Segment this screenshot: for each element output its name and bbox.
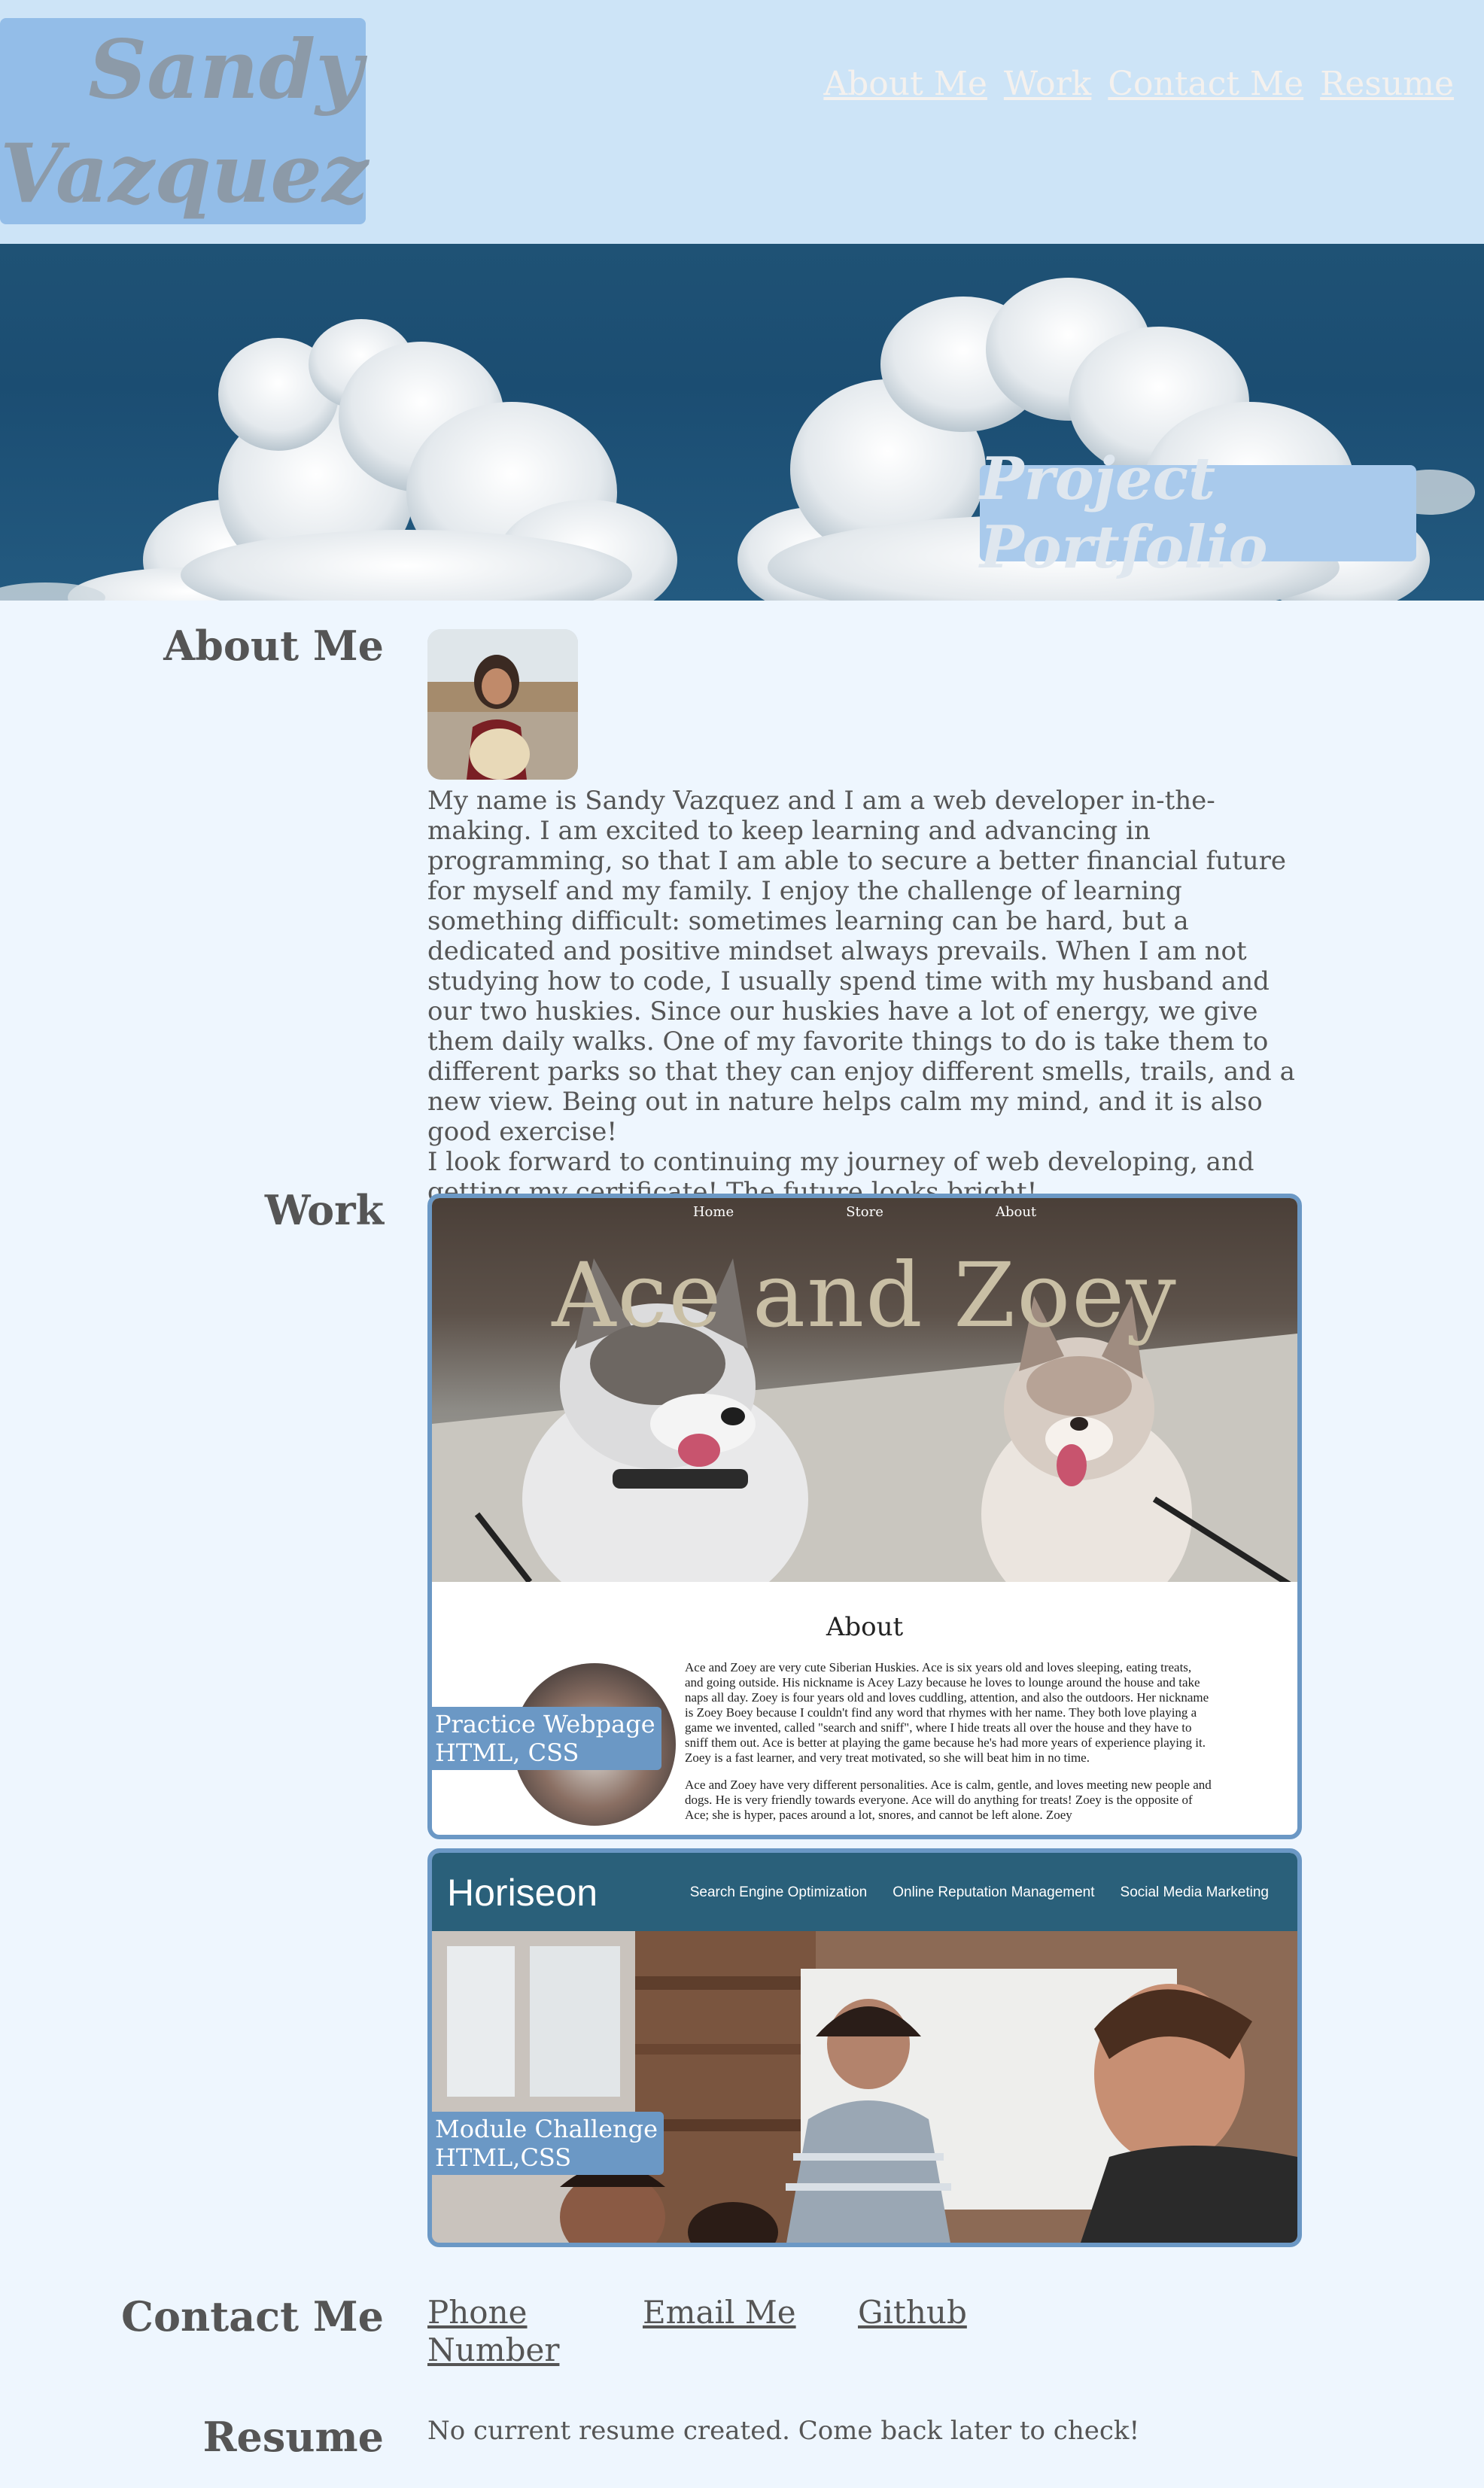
ace-preview-title: Ace and Zoey	[552, 1243, 1178, 1347]
hero-title-box: Project Portfolio	[980, 445, 1416, 582]
site-header: Sandy Vazquez About Me Work Contact Me R…	[0, 0, 1484, 244]
contact-heading: Contact Me	[121, 2292, 384, 2340]
project-label-tech: HTML,CSS	[435, 2143, 572, 2172]
site-name-last: Vazquez	[0, 126, 369, 221]
ace-preview-paragraph-1: Ace and Zoey are very cute Siberian Husk…	[685, 1660, 1209, 1765]
contact-link-github[interactable]: Github	[858, 2294, 967, 2331]
project-label-horiseon: Module Challenge HTML,CSS	[432, 2112, 664, 2175]
horiseon-nav-orm: Online Reputation Management	[893, 1884, 1095, 1900]
ace-nav-home: Home	[692, 1204, 734, 1220]
horiseon-logo: Horiseon	[447, 1872, 598, 1914]
project-label-title: Practice Webpage	[435, 1710, 655, 1738]
about-heading: About Me	[163, 622, 384, 670]
about-text: My name is Sandy Vazquez and I am a web …	[427, 786, 1300, 1207]
ace-preview-about-heading: About	[826, 1612, 904, 1642]
nav-link-about-me[interactable]: About Me	[823, 65, 987, 103]
site-name-box: Sandy Vazquez	[0, 18, 369, 224]
project-label-title: Module Challenge	[435, 2115, 658, 2143]
resume-text: No current resume created. Come back lat…	[427, 2416, 1140, 2446]
contact-link-email[interactable]: Email Me	[643, 2294, 796, 2331]
ace-preview-about-text: Ace and Zoey are very cute Siberian Husk…	[685, 1660, 1212, 1835]
horiseon-preview-nav: Search Engine Optimization Online Reputa…	[690, 1884, 1269, 1901]
horiseon-nav-smm: Social Media Marketing	[1120, 1884, 1269, 1900]
about-paragraph-1: My name is Sandy Vazquez and I am a web …	[427, 786, 1295, 1147]
work-heading: Work	[264, 1186, 384, 1234]
site-name-first: Sandy	[88, 23, 363, 117]
horiseon-hero-image	[432, 1931, 1297, 2243]
ace-nav-about: About	[995, 1204, 1037, 1220]
hero-banner: Project Portfolio	[0, 244, 1484, 601]
project-card-ace-and-zoey[interactable]: Home Store About Ace and Zoey About Ace …	[427, 1194, 1302, 1839]
nav-link-contact-me[interactable]: Contact Me	[1108, 65, 1303, 103]
main-nav: About Me Work Contact Me Resume	[823, 65, 1454, 103]
project-label-tech: HTML, CSS	[435, 1738, 579, 1767]
horiseon-preview-header: Horiseon Search Engine Optimization Onli…	[432, 1853, 1297, 1931]
profile-photo	[427, 629, 578, 780]
project-label-ace-and-zoey: Practice Webpage HTML, CSS	[432, 1707, 661, 1770]
horiseon-nav-seo: Search Engine Optimization	[689, 1884, 868, 1900]
contact-link-phone[interactable]: Phone Number	[427, 2294, 578, 2369]
ace-preview-nav: Home Store About	[432, 1204, 1297, 1220]
project-card-horiseon[interactable]: Horiseon Search Engine Optimization Onli…	[427, 1848, 1302, 2247]
ace-zoey-hero-image: Home Store About Ace and Zoey	[432, 1198, 1297, 1582]
resume-heading: Resume	[202, 2413, 384, 2461]
ace-preview-paragraph-2: Ace and Zoey have very different persona…	[685, 1778, 1212, 1822]
hero-title: Project Portfolio	[980, 445, 1268, 582]
nav-link-work[interactable]: Work	[1004, 65, 1091, 103]
nav-link-resume[interactable]: Resume	[1320, 65, 1454, 103]
ace-nav-store: Store	[846, 1204, 883, 1220]
